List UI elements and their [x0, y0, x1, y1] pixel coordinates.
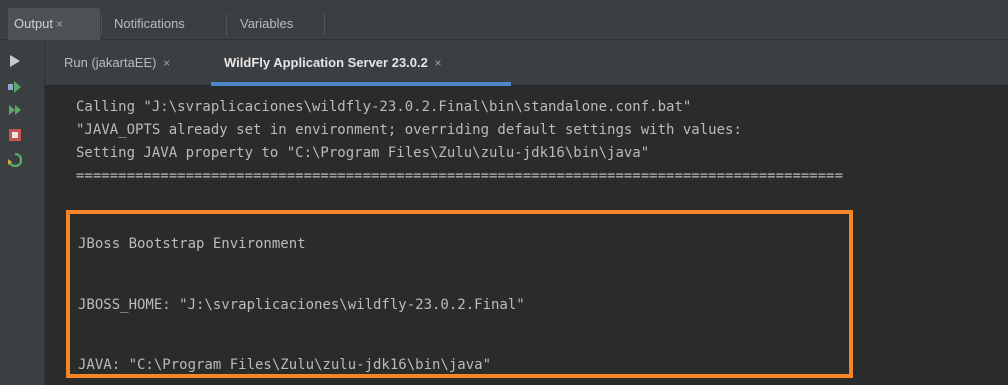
console-line: Calling "J:\svraplicaciones\wildfly-23.0… — [76, 99, 692, 115]
tab-run-label: Run (jakartaEE) — [64, 55, 157, 70]
run-toolbar — [0, 40, 45, 385]
tab-divider — [324, 14, 325, 36]
bootstrap-title: JBoss Bootstrap Environment — [78, 236, 306, 252]
console-output[interactable]: Calling "J:\svraplicaciones\wildfly-23.0… — [45, 86, 1008, 385]
jboss-home-line: JBOSS_HOME: "J:\svraplicaciones\wildfly-… — [78, 297, 525, 313]
restart-server-icon[interactable] — [8, 153, 22, 167]
tab-variables-label: Variables — [240, 16, 294, 31]
stop-icon[interactable] — [8, 128, 22, 142]
tab-wildfly-server[interactable]: WildFly Application Server 23.0.2 × — [224, 52, 442, 74]
rerun-icon[interactable] — [8, 80, 22, 94]
java-path-line: JAVA: "C:\Program Files\Zulu\zulu-jdk16\… — [78, 357, 492, 373]
console-line: "JAVA_OPTS already set in environment; o… — [76, 122, 742, 138]
tab-divider — [101, 14, 102, 36]
run-icon[interactable] — [8, 54, 22, 68]
tab-output-label: Output — [14, 16, 54, 31]
tab-notifications[interactable]: Notifications — [114, 8, 185, 40]
console-separator-line: ========================================… — [76, 168, 844, 184]
ide-output-panel: Output × Notifications Variables Run (ja… — [0, 0, 1008, 385]
tab-output[interactable]: Output × — [8, 8, 100, 40]
tool-window-tab-bar: Output × Notifications Variables — [0, 0, 1008, 40]
resume-icon[interactable] — [8, 103, 22, 117]
close-icon[interactable]: × — [163, 56, 170, 70]
tab-variables[interactable]: Variables — [240, 8, 293, 40]
close-icon[interactable]: × — [434, 56, 441, 70]
console-line: Setting JAVA property to "C:\Program Fil… — [76, 145, 650, 161]
tab-run-jakartaee[interactable]: Run (jakartaEE) × — [64, 52, 170, 74]
close-icon[interactable]: × — [56, 17, 63, 31]
tab-notifications-label: Notifications — [114, 16, 185, 31]
tab-divider — [226, 14, 227, 36]
run-tabs-bar: Run (jakartaEE) × WildFly Application Se… — [45, 40, 1008, 86]
tab-wildfly-label: WildFly Application Server 23.0.2 — [224, 55, 428, 70]
